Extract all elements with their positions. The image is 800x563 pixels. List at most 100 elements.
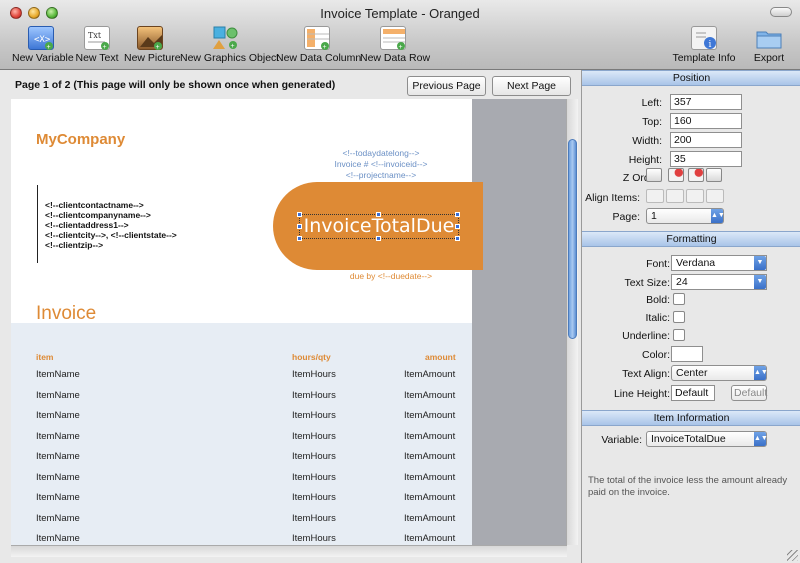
window-title: Invoice Template - Oranged: [320, 6, 480, 21]
new-data-row-label: New Data Row: [360, 52, 431, 64]
previous-page-button[interactable]: Previous Page: [407, 76, 486, 96]
column-header-hours[interactable]: hours/qty: [292, 352, 331, 362]
item-amount-variable: ItemAmount: [404, 430, 456, 442]
invoice-id-variable: Invoice # <!--invoiceid-->: [334, 159, 428, 169]
toolbar-toggle-button[interactable]: [770, 7, 792, 17]
column-header-amount[interactable]: amount: [425, 352, 456, 362]
page-navigation-bar: Page 1 of 2 (This page will only be show…: [9, 72, 577, 98]
horizontal-scrollbar[interactable]: [11, 545, 567, 557]
item-information-section-header[interactable]: Item Information: [582, 410, 800, 426]
template-info-button[interactable]: i Template Info: [672, 26, 736, 68]
export-button[interactable]: Export: [750, 26, 788, 68]
popup-arrows-icon: ▲▼: [754, 432, 768, 446]
svg-text:+: +: [231, 43, 235, 50]
new-data-column-label: New Data Column: [276, 52, 362, 64]
export-label: Export: [753, 52, 785, 64]
variable-select[interactable]: InvoiceTotalDue ▲▼: [646, 431, 768, 447]
font-value: Verdana: [676, 257, 716, 269]
height-input[interactable]: 35: [670, 151, 742, 167]
text-size-combobox[interactable]: 24 ▼: [671, 274, 767, 290]
font-combobox[interactable]: Verdana ▼: [671, 255, 767, 271]
resize-grip-icon[interactable]: [787, 550, 798, 561]
line-height-default-button[interactable]: Default: [731, 385, 767, 401]
color-well[interactable]: [671, 346, 703, 362]
color-label: Color:: [641, 349, 670, 361]
resize-handle[interactable]: [455, 236, 460, 241]
toolbar: Invoice Template - Oranged <X> + New Vari…: [0, 0, 800, 70]
invoice-heading[interactable]: Invoice: [36, 303, 96, 325]
divider-line: [37, 185, 38, 263]
align-left-icon[interactable]: [646, 189, 664, 203]
bold-checkbox[interactable]: [673, 293, 685, 305]
resize-handle[interactable]: [297, 224, 302, 229]
resize-handle[interactable]: [376, 212, 381, 217]
table-row[interactable]: ItemName ItemHours ItemAmount: [11, 369, 472, 389]
new-data-column-button[interactable]: + New Data Column: [276, 26, 362, 68]
item-hours-variable: ItemHours: [292, 512, 336, 524]
new-text-label: New Text: [75, 52, 119, 64]
underline-checkbox[interactable]: [673, 329, 685, 341]
popup-arrows-icon: ▲▼: [754, 366, 768, 380]
variable-icon: <X> +: [28, 26, 54, 51]
item-name-variable: ItemName: [36, 451, 80, 462]
resize-handle[interactable]: [376, 236, 381, 241]
page-label: Page:: [612, 211, 640, 223]
table-row[interactable]: ItemName ItemHours ItemAmount: [11, 533, 472, 545]
table-row[interactable]: ItemName ItemHours ItemAmount: [11, 472, 472, 492]
company-name[interactable]: MyCompany: [36, 131, 125, 148]
bring-to-front-icon[interactable]: [706, 168, 722, 182]
line-height-input[interactable]: Default: [671, 385, 715, 401]
left-input[interactable]: 357: [670, 94, 742, 110]
text-size-label: Text Size:: [624, 277, 670, 289]
align-right-icon[interactable]: [686, 189, 704, 203]
template-info-label: Template Info: [672, 52, 736, 64]
template-canvas[interactable]: MyCompany <!--todaydatelong--> Invoice #…: [11, 99, 567, 545]
align-top-icon[interactable]: [706, 189, 724, 203]
line-height-label: Line Height:: [613, 388, 670, 400]
header-variables[interactable]: <!--todaydatelong--> Invoice # <!--invoi…: [311, 148, 451, 181]
vertical-scroll-thumb[interactable]: [568, 139, 577, 339]
item-hours-variable: ItemHours: [292, 389, 336, 401]
align-center-icon[interactable]: [666, 189, 684, 203]
resize-handle[interactable]: [297, 236, 302, 241]
width-input[interactable]: 200: [670, 132, 742, 148]
send-to-back-icon[interactable]: [646, 168, 662, 182]
invoice-page[interactable]: MyCompany <!--todaydatelong--> Invoice #…: [11, 99, 483, 545]
client-address-variable: <!--clientaddress1-->: [45, 220, 129, 230]
table-row[interactable]: ItemName ItemHours ItemAmount: [11, 431, 472, 451]
table-row[interactable]: ItemName ItemHours ItemAmount: [11, 451, 472, 471]
italic-checkbox[interactable]: [673, 311, 685, 323]
svg-text:i: i: [709, 40, 712, 50]
position-section-header[interactable]: Position: [582, 70, 800, 86]
page-info: Page 1 of 2 (This page will only be show…: [15, 79, 336, 91]
table-row[interactable]: ItemName ItemHours ItemAmount: [11, 492, 472, 512]
table-row[interactable]: ItemName ItemHours ItemAmount: [11, 390, 472, 410]
column-header-item[interactable]: item: [36, 352, 53, 362]
resize-handle[interactable]: [297, 212, 302, 217]
client-address-block[interactable]: <!--clientcontactname--> <!--clientcompa…: [45, 200, 177, 250]
resize-handle[interactable]: [455, 212, 460, 217]
new-data-row-button[interactable]: + New Data Row: [360, 26, 430, 68]
top-input[interactable]: 160: [670, 113, 742, 129]
item-name-variable: ItemName: [36, 389, 80, 401]
bring-forward-icon[interactable]: [688, 168, 704, 182]
new-picture-button[interactable]: + New Picture: [124, 26, 181, 68]
new-text-button[interactable]: Txt + New Text: [74, 26, 120, 68]
page-select[interactable]: 1 ▲▼: [646, 208, 725, 224]
send-backward-icon[interactable]: [668, 168, 684, 182]
vertical-scrollbar[interactable]: [566, 99, 578, 545]
new-graphics-object-button[interactable]: + New Graphics Object: [180, 26, 279, 68]
next-page-button[interactable]: Next Page: [492, 76, 571, 96]
shapes-icon: +: [213, 26, 239, 50]
due-date-variable[interactable]: due by <!--duedate-->: [311, 271, 471, 281]
formatting-section-header[interactable]: Formatting: [582, 231, 800, 247]
text-align-select[interactable]: Center ▲▼: [671, 365, 768, 381]
table-row[interactable]: ItemName ItemHours ItemAmount: [11, 410, 472, 430]
item-amount-variable: ItemAmount: [404, 471, 456, 483]
client-zip-variable: <!--clientzip-->: [45, 240, 104, 250]
new-picture-label: New Picture: [124, 52, 181, 64]
resize-handle[interactable]: [455, 224, 460, 229]
client-city-state-variable: <!--clientcity-->, <!--clientstate-->: [45, 230, 177, 240]
table-row[interactable]: ItemName ItemHours ItemAmount: [11, 513, 472, 533]
new-variable-button[interactable]: <X> + New Variable: [12, 26, 74, 68]
